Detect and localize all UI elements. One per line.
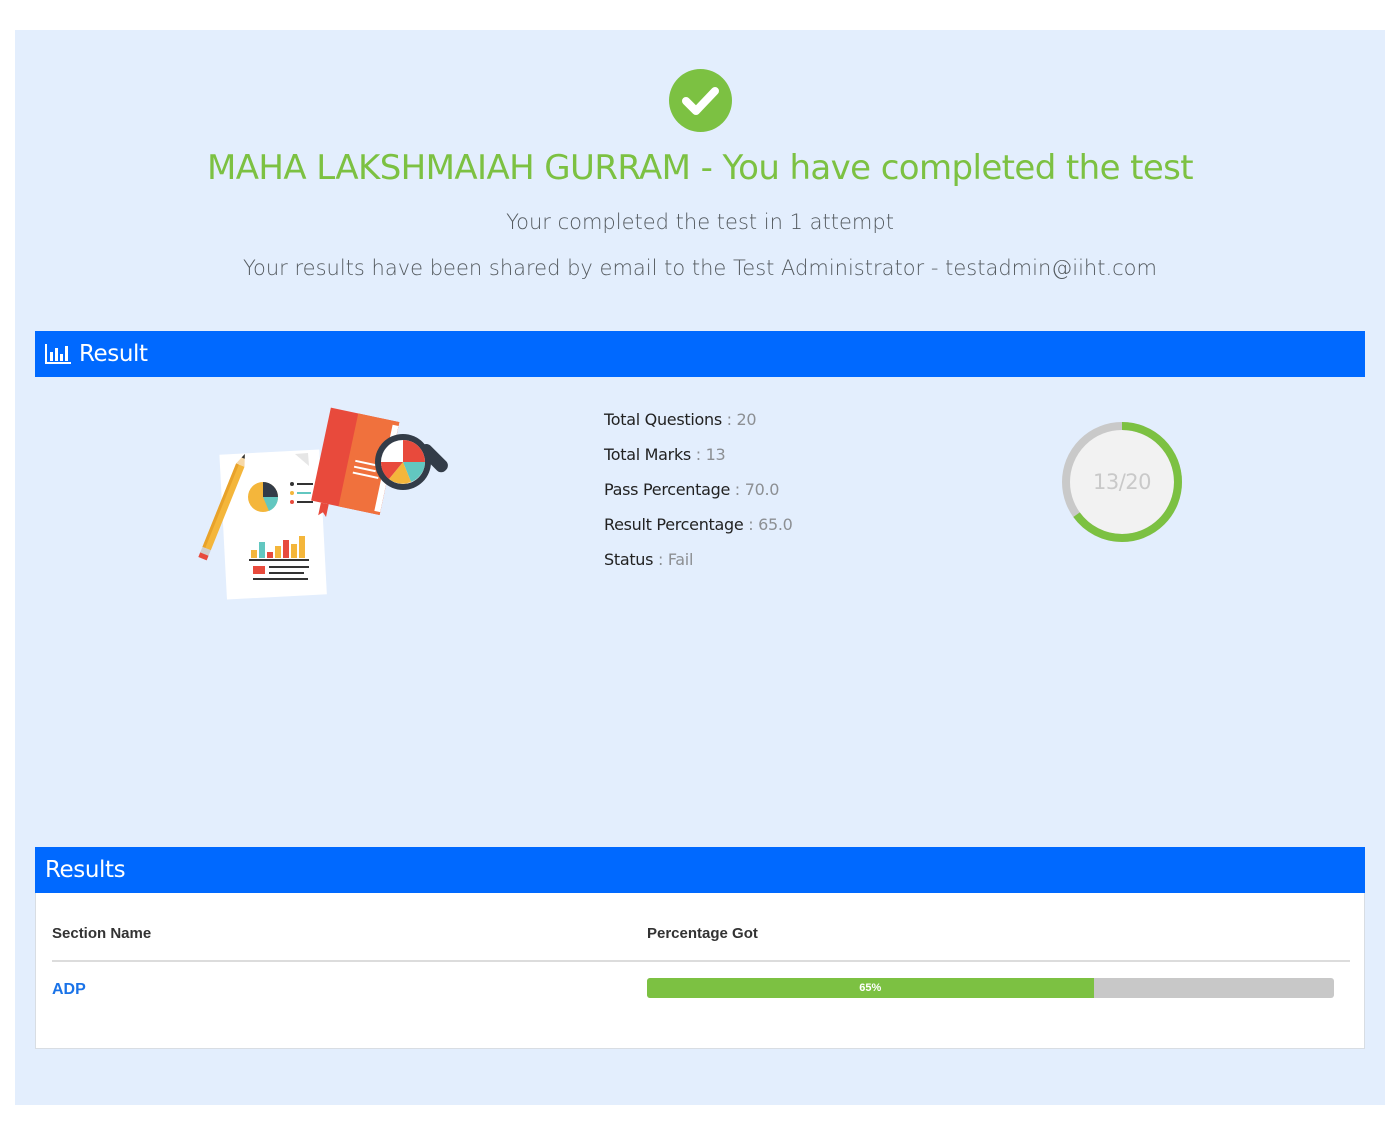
report-analysis-illustration <box>198 407 448 600</box>
table-header-divider <box>52 960 1350 962</box>
section-progress-label: 65% <box>859 982 882 994</box>
result-title: Result <box>79 341 148 367</box>
stat-total-marks: Total Marks : 13 <box>604 445 726 464</box>
stat-total-questions: Total Questions : 20 <box>604 410 757 429</box>
section-progress-bar: 65% <box>647 978 1334 998</box>
column-header-section-name: Section Name <box>52 925 152 942</box>
check-circle-icon <box>669 69 732 132</box>
result-header: Result <box>35 331 1365 377</box>
completion-headline: MAHA LAKSHMAIAH GURRAM - You have comple… <box>206 148 1194 188</box>
bar-chart-icon <box>45 344 71 364</box>
result-stats: Total Questions : 20 Total Marks : 13 Pa… <box>604 404 793 579</box>
results-page: MAHA LAKSHMAIAH GURRAM - You have comple… <box>15 30 1385 1105</box>
stat-status: Status : Fail <box>604 550 694 569</box>
section-link-adp[interactable]: ADP <box>52 981 86 999</box>
stat-pass-percentage: Pass Percentage : 70.0 <box>604 480 780 499</box>
shared-email-text: Your results have been shared by email t… <box>242 256 1157 280</box>
stat-result-percentage: Result Percentage : 65.0 <box>604 515 793 534</box>
column-header-percentage-got: Percentage Got <box>647 925 758 942</box>
attempt-text: Your completed the test in 1 attempt <box>506 210 894 234</box>
score-text: 13/20 <box>1092 470 1152 494</box>
results-table: Section Name Percentage Got ADP 65% <box>35 893 1365 1049</box>
results-header: Results <box>35 847 1365 893</box>
results-title: Results <box>45 857 126 883</box>
